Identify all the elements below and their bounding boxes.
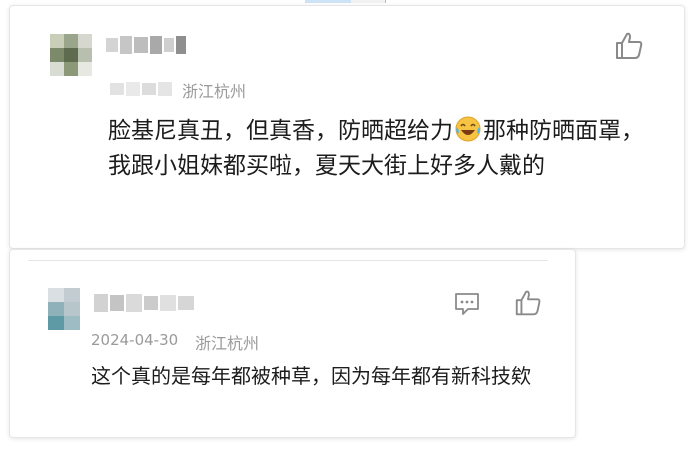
comment-location: 浙江杭州 <box>182 82 247 101</box>
top-scroll-indicator <box>305 0 386 3</box>
thumbs-up-icon[interactable] <box>613 30 645 62</box>
comment-location: 浙江杭州 <box>195 334 260 353</box>
username[interactable] <box>94 292 198 314</box>
reply-card: 2024-04-30 浙江杭州 这个真的是每年都被种草，因为每年都有新科技欸 <box>9 249 576 438</box>
comment-text: 脸基尼真丑，但真香，防晒超给力 那种防晒面罩，我跟小姐妹都买啦，夏天大街上好多人… <box>108 114 648 184</box>
thumbs-up-icon[interactable] <box>513 288 543 318</box>
divider <box>28 260 548 261</box>
comment-text: 这个真的是每年都被种草，因为每年都有新科技欸 <box>91 364 531 388</box>
laughing-emoji-icon <box>453 115 483 143</box>
username[interactable] <box>106 34 188 56</box>
avatar[interactable] <box>50 34 92 76</box>
comment-text-part: 脸基尼真丑，但真香，防晒超给力 <box>108 118 453 144</box>
comment-card: 浙江杭州 脸基尼真丑，但真香，防晒超给力 那种防晒面罩，我跟小姐妹都买啦，夏天大… <box>9 5 685 249</box>
avatar[interactable] <box>48 288 80 330</box>
comment-date: 2024-04-30 <box>91 331 179 349</box>
comment-icon[interactable] <box>453 291 481 317</box>
date <box>110 79 174 99</box>
